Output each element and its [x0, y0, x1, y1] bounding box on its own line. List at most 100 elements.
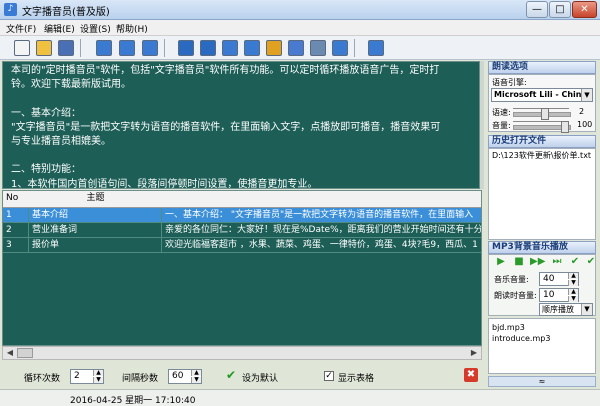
next-track-button[interactable]: [242, 38, 261, 57]
scroll-left-icon[interactable]: ◀: [4, 348, 16, 358]
menu-help[interactable]: 帮助(H): [116, 22, 148, 35]
speed-slider[interactable]: [513, 108, 571, 120]
table-cell-content: 亲爱的各位同仁：大家好！现在是%Date%，距离我们的营业开始时间还有十分钟: [162, 223, 481, 238]
text-line: "文字播音员"是一款把文字转为语音的播音软件，在里面输入文字，点播放即可播音，播…: [11, 121, 441, 133]
text-line: 与专业播音员相媲美。: [11, 136, 111, 148]
play-icon[interactable]: ▶: [494, 255, 508, 268]
volume-label: 音量:: [492, 121, 511, 130]
script-table: No 主题 1 基本介绍 一、基本介绍： "文字播音员"是一款把文字转为语音的播音软…: [2, 190, 482, 346]
save-button[interactable]: [56, 38, 75, 57]
user-button[interactable]: [330, 38, 349, 57]
speed-label: 语速:: [492, 108, 511, 117]
loop-count-stepper[interactable]: 2 ▲ ▼: [70, 369, 104, 384]
checkmark-icon[interactable]: ✔: [226, 368, 236, 382]
scroll-thumb[interactable]: [17, 348, 33, 358]
volume-slider[interactable]: [513, 121, 571, 133]
playlist-item[interactable]: introduce.mp3: [489, 333, 595, 344]
playlist-item[interactable]: bjd.mp3: [489, 322, 595, 333]
export-button[interactable]: [308, 38, 327, 57]
close-button[interactable]: ✕: [572, 1, 597, 18]
save-icon: [57, 39, 74, 56]
new-file-icon: [13, 39, 30, 56]
loop-count-label: 循环次数: [24, 374, 61, 384]
toolbar-separator: [354, 39, 355, 57]
stepper-down-icon[interactable]: ▼: [191, 377, 201, 383]
toolbar-separator: [80, 39, 81, 57]
history-item[interactable]: D:\123软件更新\报价单.txt: [489, 149, 595, 162]
stop-icon: [141, 39, 158, 56]
checkmark-icon[interactable]: ✔: [568, 255, 582, 268]
play-all-button[interactable]: [94, 38, 113, 57]
menu-bar: 文件(F) 编辑(E) 设置(S) 帮助(H): [0, 20, 600, 36]
play-icon: [118, 39, 135, 56]
loop-button[interactable]: [198, 38, 217, 57]
minimize-button[interactable]: —: [526, 1, 548, 18]
music-volume-stepper[interactable]: 40 ▲ ▼: [539, 272, 579, 286]
stepper-down-icon[interactable]: ▼: [568, 296, 578, 302]
interval-seconds-label: 间隔秒数: [122, 374, 159, 384]
play-mode-value: 顺序播放: [542, 305, 574, 314]
interval-seconds-stepper[interactable]: 60 ▲ ▼: [168, 369, 202, 384]
loop-count-value: 2: [74, 371, 80, 381]
history-files-title: 历史打开文件: [488, 135, 596, 148]
chevron-down-icon[interactable]: ▼: [581, 89, 592, 101]
new-file-button[interactable]: [12, 38, 31, 57]
history-files-list[interactable]: D:\123软件更新\报价单.txt: [488, 148, 596, 240]
scroll-right-icon[interactable]: ▶: [468, 348, 480, 358]
user-icon: [331, 39, 348, 56]
refresh-icon: [177, 39, 194, 56]
export-icon: [309, 39, 326, 56]
exit-icon: [367, 39, 384, 56]
app-icon: ♪: [4, 3, 17, 16]
show-table-checkbox[interactable]: ✓: [324, 371, 334, 381]
stepper-down-icon[interactable]: ▼: [568, 280, 578, 286]
stop-icon[interactable]: ■: [512, 255, 526, 268]
play-mode-select[interactable]: 顺序播放 ▼: [539, 303, 593, 316]
stop-button[interactable]: [140, 38, 159, 57]
exit-button[interactable]: [366, 38, 385, 57]
music-volume-value: 40: [543, 274, 555, 284]
open-folder-button[interactable]: [34, 38, 53, 57]
text-line: 本司的"定时播音员"软件，包括"文字播音员"软件所有功能。可以定时循环播放语音广…: [11, 65, 440, 76]
table-cell-topic: 报价单: [29, 238, 162, 253]
set-default-button[interactable]: 设为默认: [242, 371, 278, 384]
refresh-button[interactable]: [176, 38, 195, 57]
next-icon[interactable]: ▶▶: [530, 255, 545, 268]
reading-options-title: 朗读选项: [488, 61, 596, 74]
prev-track-icon: [221, 39, 238, 56]
speed-value: 2: [579, 107, 585, 116]
collapse-panel-button[interactable]: ≈: [488, 376, 596, 387]
voice-engine-value: Microsoft Lili - Chinese: [494, 90, 593, 99]
stepper-down-icon[interactable]: ▼: [93, 377, 103, 383]
menu-file[interactable]: 文件(F): [6, 22, 36, 35]
table-cell-topic: 营业准备词: [29, 223, 162, 238]
edit-list-button[interactable]: [264, 38, 283, 57]
table-row[interactable]: 3 报价单 欢迎光临福客超市 ，水果、蔬菜、鸡蛋、一律特价，鸡蛋、4块?毛9，西瓜、…: [3, 238, 481, 253]
table-row[interactable]: 2 营业准备词 亲爱的各位同仁：大家好！现在是%Date%，距离我们的营业开始时间还…: [3, 223, 481, 238]
table-horizontal-scrollbar[interactable]: ◀ ▶: [2, 346, 482, 360]
column-header-content[interactable]: [162, 191, 481, 208]
skip-icon[interactable]: ⏭: [550, 255, 564, 268]
text-editor-scrollbar[interactable]: [480, 61, 484, 189]
slider-knob[interactable]: [541, 108, 549, 120]
reading-volume-stepper[interactable]: 10 ▲ ▼: [539, 288, 579, 302]
text-line: [11, 149, 471, 163]
menu-settings[interactable]: 设置(S): [80, 22, 111, 35]
text-line: 1、本软件国内首创语句间、段落间停顿时间设置，使播音更加专业。: [11, 178, 318, 189]
chevron-down-icon[interactable]: ▼: [581, 304, 592, 315]
prev-track-button[interactable]: [220, 38, 239, 57]
table-row[interactable]: 1 基本介绍 一、基本介绍： "文字播音员"是一款把文字转为语音的播音软件，在里面输…: [3, 208, 481, 223]
maximize-button[interactable]: □: [549, 1, 571, 18]
column-header-topic[interactable]: 主题: [29, 191, 163, 208]
text-editor[interactable]: 本司的"定时播音员"软件，包括"文字播音员"软件所有功能。可以定时循环播放语音广…: [2, 61, 480, 189]
menu-edit[interactable]: 编辑(E): [44, 22, 75, 35]
clock-button[interactable]: [286, 38, 305, 57]
music-volume-label: 音乐音量:: [494, 275, 529, 284]
playback-controls: 循环次数 2 ▲ ▼ 间隔秒数 60 ▲ ▼ ✔ 设为默认 ✓ 显示表格 ✖: [0, 363, 484, 387]
play-button[interactable]: [117, 38, 136, 57]
slider-knob[interactable]: [561, 121, 569, 133]
voice-engine-select[interactable]: Microsoft Lili - Chinese ▼: [491, 88, 593, 102]
checkmark-icon[interactable]: ✔: [584, 255, 598, 268]
delete-icon[interactable]: ✖: [464, 368, 478, 382]
mp3-playlist[interactable]: bjd.mp3 introduce.mp3: [488, 318, 596, 374]
